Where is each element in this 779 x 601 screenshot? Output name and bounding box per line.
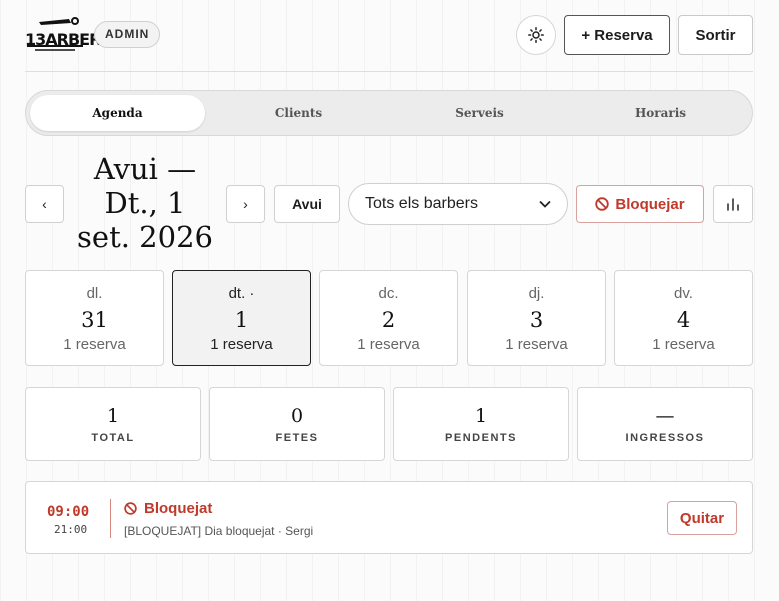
day-number: 4 — [676, 308, 691, 332]
chevron-left-icon: ‹ — [42, 196, 47, 212]
tab-serveis[interactable]: Serveis — [392, 95, 567, 131]
stat-label: FETES — [275, 432, 319, 444]
stat-value: 1 — [106, 405, 120, 427]
day-name: dj. — [528, 285, 545, 302]
logo-text: 13ARBER — [25, 30, 101, 49]
title-line-3: set. 2026 — [77, 220, 213, 254]
title-line-1: Avui — — [93, 152, 197, 186]
booking-title: Bloquejat — [124, 500, 212, 517]
booking-details: [BLOQUEJAT] Dia bloquejat · Sergi — [124, 524, 314, 538]
day-name: dl. — [86, 285, 103, 302]
chevron-down-icon — [539, 200, 551, 208]
stat-done: 0 FETES — [209, 387, 385, 461]
remove-block-button[interactable]: Quitar — [667, 501, 737, 535]
day-name: dc. — [378, 285, 399, 302]
logout-button[interactable]: Sortir — [678, 15, 753, 55]
day-card-selected[interactable]: dt. · 1 1 reserva — [172, 270, 311, 366]
day-card[interactable]: dj. 3 1 reserva — [467, 270, 606, 366]
next-day-button[interactable]: › — [226, 185, 265, 223]
day-booking-count: 1 reserva — [357, 336, 420, 353]
previous-day-button[interactable]: ‹ — [25, 185, 64, 223]
day-number: 31 — [81, 308, 108, 332]
admin-badge: ADMIN — [94, 21, 161, 48]
theme-toggle-button[interactable] — [516, 15, 556, 55]
day-card[interactable]: dl. 31 1 reserva — [25, 270, 164, 366]
day-booking-count: 1 reserva — [63, 336, 126, 353]
block-day-button[interactable]: Bloquejar — [576, 185, 704, 223]
day-name: dv. — [674, 285, 693, 302]
day-booking-count: 1 reserva — [652, 336, 715, 353]
booking-divider — [110, 499, 111, 538]
main-tabs: Agenda Clients Serveis Horaris — [25, 90, 753, 136]
stat-pending: 1 PENDENTS — [393, 387, 569, 461]
brand-logo[interactable]: 13ARBER — [25, 16, 101, 54]
bar-chart-icon — [727, 198, 739, 211]
app-header: 13ARBER ADMIN + Reserva Sortir — [25, 0, 753, 72]
stat-income: — INGRESSOS — [577, 387, 753, 461]
block-day-label: Bloquejar — [615, 195, 685, 213]
booking-start-time: 09:00 — [47, 504, 90, 520]
chevron-right-icon: › — [243, 196, 248, 212]
barber-filter-select[interactable]: Tots els barbers — [348, 183, 568, 225]
tab-horaris[interactable]: Horaris — [573, 95, 748, 131]
stat-value: — — [655, 405, 675, 427]
stat-label: INGRESSOS — [625, 432, 705, 444]
day-number: 3 — [529, 308, 544, 332]
stat-label: PENDENTS — [445, 432, 517, 444]
block-icon — [595, 197, 610, 211]
day-number: 1 — [234, 308, 249, 332]
booking-end-time: 21:00 — [54, 523, 88, 536]
day-booking-count: 1 reserva — [210, 336, 273, 353]
stat-value: 0 — [290, 405, 304, 427]
sun-icon — [528, 27, 544, 43]
day-card[interactable]: dc. 2 1 reserva — [319, 270, 458, 366]
stats-button[interactable] — [713, 185, 753, 223]
stat-value: 1 — [474, 405, 488, 427]
day-number: 2 — [381, 308, 396, 332]
day-card[interactable]: dv. 4 1 reserva — [614, 270, 753, 366]
block-icon — [124, 502, 137, 515]
day-name: dt. · — [228, 285, 255, 302]
barber-filter-value: Tots els barbers — [365, 195, 478, 212]
page-title: Avui — Dt., 1 set. 2026 — [70, 152, 220, 254]
stat-label: TOTAL — [91, 432, 135, 444]
today-button[interactable]: Avui — [274, 185, 340, 223]
stat-total: 1 TOTAL — [25, 387, 201, 461]
tab-agenda[interactable]: Agenda — [30, 95, 205, 131]
day-booking-count: 1 reserva — [505, 336, 568, 353]
tab-clients[interactable]: Clients — [211, 95, 386, 131]
title-line-2: Dt., 1 — [104, 186, 186, 220]
booking-title-text: Bloquejat — [144, 500, 213, 517]
new-booking-button[interactable]: + Reserva — [564, 15, 670, 55]
booking-row[interactable]: 09:00 21:00 Bloquejat [BLOQUEJAT] Dia bl… — [25, 481, 753, 554]
